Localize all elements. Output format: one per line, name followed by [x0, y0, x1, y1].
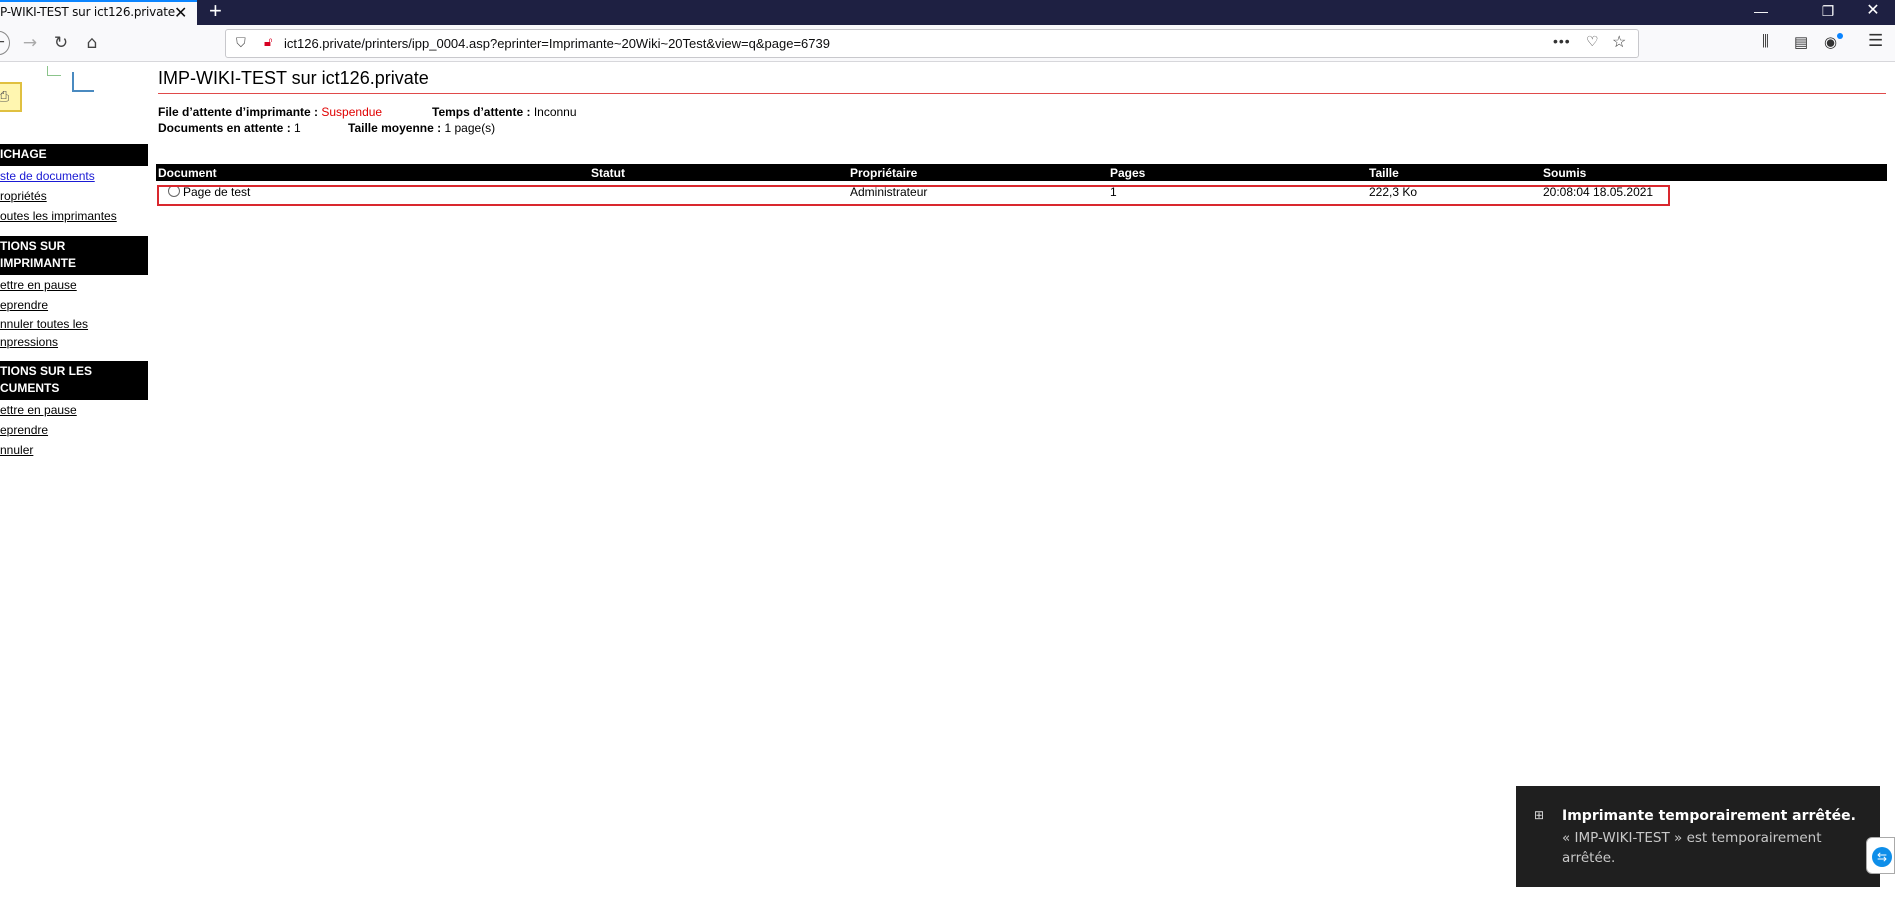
- teamviewer-logo-icon: ⇆: [1872, 847, 1892, 867]
- notification-dot: [1837, 33, 1843, 39]
- library-icon[interactable]: ⫼: [1762, 33, 1769, 50]
- avg-label: Taille moyenne :: [348, 121, 442, 135]
- home-icon[interactable]: ⌂: [80, 31, 104, 55]
- nav-link-printer-pause[interactable]: ettre en pause: [0, 275, 148, 295]
- nav-link-properties[interactable]: ropriétés: [0, 186, 148, 206]
- table-header-row: Document Statut Propriétaire Pages Taill…: [156, 164, 1887, 181]
- teamviewer-icon[interactable]: ⇆: [1866, 837, 1895, 874]
- account-icon[interactable]: ◉: [1824, 33, 1837, 51]
- hamburger-menu-icon[interactable]: ☰: [1868, 31, 1883, 51]
- url-text[interactable]: ict126.private/printers/ipp_0004.asp?epr…: [284, 36, 830, 51]
- print-jobs-table: Document Statut Propriétaire Pages Taill…: [156, 164, 1887, 203]
- cell-owner: Administrateur: [850, 185, 928, 199]
- wait-time: Temps d’attente : Inconnu: [432, 105, 577, 119]
- cell-status: [589, 181, 848, 203]
- left-navigation: ICHAGE ste de documents ropriétés outes …: [0, 144, 148, 460]
- bookmark-star-icon[interactable]: ☆: [1612, 32, 1626, 52]
- cell-document[interactable]: Page de test: [156, 181, 589, 203]
- shield-icon[interactable]: ⛉: [236, 35, 246, 51]
- document-name: Page de test: [183, 185, 251, 199]
- insecure-lock-icon[interactable]: 🔓︎: [264, 34, 272, 50]
- average-size: Taille moyenne : 1 page(s): [348, 121, 495, 135]
- page-content: ⎙ ICHAGE ste de documents ropriétés oute…: [0, 62, 1895, 899]
- cell-size: 222,3 Ko: [1369, 185, 1418, 199]
- page-title: IMP-WIKI-TEST sur ict126.private: [158, 68, 429, 88]
- browser-tab[interactable]: P-WIKI-TEST sur ict126.private ✕: [0, 0, 197, 25]
- nav-link-document-pause[interactable]: ettre en pause: [0, 400, 148, 420]
- toast-notification[interactable]: ⊞ Imprimante temporairement arrêtée. « I…: [1516, 786, 1880, 887]
- logo-decoration: [47, 66, 61, 76]
- window-close-icon[interactable]: ✕: [1850, 0, 1895, 25]
- nav-link-cancel-all[interactable]: nnuler toutes les npressions: [0, 315, 100, 351]
- nav-section-printer-actions: TIONS SUR IMPRIMANTE: [0, 236, 148, 275]
- nav-link-document-cancel[interactable]: nnuler: [0, 440, 148, 460]
- nav-link-printer-resume[interactable]: eprendre: [0, 295, 148, 315]
- printer-icon: ⎙: [0, 88, 10, 104]
- column-header-pages: Pages: [1108, 164, 1367, 181]
- nav-link-document-resume[interactable]: eprendre: [0, 420, 148, 440]
- reload-icon[interactable]: ↻: [49, 31, 73, 55]
- nav-link-all-printers[interactable]: outes les imprimantes: [0, 206, 148, 226]
- pocket-icon[interactable]: ♡: [1586, 33, 1599, 50]
- column-header-document: Document: [156, 164, 589, 181]
- table-row[interactable]: Page de test Administrateur 1 222,3 Ko 2…: [156, 181, 1887, 203]
- minimize-icon[interactable]: —: [1738, 0, 1784, 25]
- forward-arrow-icon[interactable]: →: [18, 31, 42, 55]
- title-divider: [158, 93, 1886, 94]
- sidebar-toggle-icon[interactable]: ▤: [1794, 33, 1808, 51]
- cell-submitted: 20:08:04 18.05.2021: [1543, 185, 1654, 199]
- nav-section-document-actions: TIONS SUR LES CUMENTS: [0, 361, 148, 400]
- column-header-status: Statut: [589, 164, 848, 181]
- printer-logo: ⎙: [0, 66, 32, 116]
- restore-icon[interactable]: ❐: [1805, 0, 1851, 25]
- column-header-owner: Propriétaire: [848, 164, 1108, 181]
- queue-label: File d’attente d’imprimante :: [158, 105, 319, 119]
- printer-notification-icon: ⊞: [1534, 808, 1545, 822]
- logo-decoration: [72, 72, 94, 92]
- queue-status-value: Suspendue: [321, 105, 383, 119]
- cell-pages: 1: [1110, 185, 1117, 199]
- column-header-submitted: Soumis: [1541, 164, 1887, 181]
- nav-section-display: ICHAGE: [0, 144, 148, 166]
- new-tab-icon[interactable]: +: [209, 0, 222, 24]
- avg-value: 1 page(s): [444, 121, 496, 135]
- toast-body: « IMP-WIKI-TEST » est temporairement arr…: [1562, 830, 1822, 866]
- toast-title: Imprimante temporairement arrêtée.: [1562, 808, 1856, 824]
- wait-value: Inconnu: [533, 105, 577, 119]
- job-select-radio[interactable]: [168, 185, 180, 197]
- browser-titlebar: P-WIKI-TEST sur ict126.private ✕ + — ❐ ✕: [0, 0, 1895, 25]
- queue-status: File d’attente d’imprimante : Suspendue: [158, 105, 382, 119]
- tab-title: P-WIKI-TEST sur ict126.private: [0, 5, 175, 19]
- docs-value: 1: [294, 121, 301, 135]
- column-header-size: Taille: [1367, 164, 1541, 181]
- wait-label: Temps d’attente :: [432, 105, 531, 119]
- page-actions-icon[interactable]: •••: [1553, 33, 1571, 49]
- back-arrow-icon[interactable]: ←: [0, 31, 10, 55]
- documents-waiting: Documents en attente : 1: [158, 121, 301, 135]
- browser-navbar: ← → ↻ ⌂ ⛉ 🔓︎ ict126.private/printers/ipp…: [0, 25, 1895, 62]
- close-tab-icon[interactable]: ✕: [174, 3, 187, 23]
- nav-link-document-list[interactable]: ste de documents: [0, 166, 148, 186]
- docs-label: Documents en attente :: [158, 121, 291, 135]
- url-bar[interactable]: ⛉ 🔓︎ ict126.private/printers/ipp_0004.as…: [225, 29, 1639, 58]
